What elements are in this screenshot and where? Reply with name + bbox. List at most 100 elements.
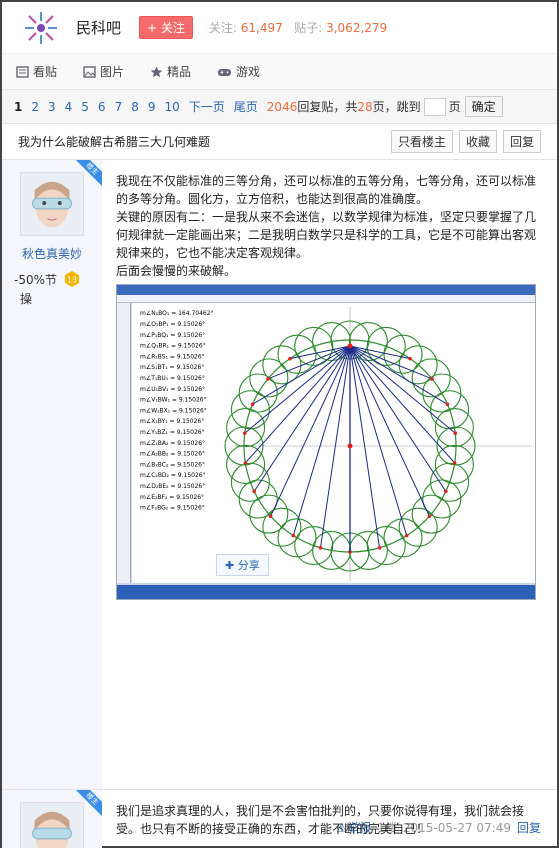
star-icon (150, 66, 163, 77)
thread-actions: 只看楼主 收藏 回复 (390, 130, 541, 153)
measure-text: m∠C₂BD₂ = 9.15026° (140, 472, 206, 479)
avatar[interactable] (20, 172, 84, 236)
app-titlebar (117, 285, 535, 295)
page-link[interactable]: 9 (148, 100, 156, 114)
measure-text: m∠P₁BQ₁ = 9.15026° (140, 332, 205, 339)
favorite-button[interactable]: 收藏 (458, 130, 497, 153)
measure-text: m∠A₂BB₂ = 9.15026° (140, 451, 205, 458)
chord-line (270, 345, 351, 517)
thread-titlebar: 我为什么能破解古希腊三大几何难题 只看楼主 收藏 回复 (2, 124, 557, 160)
level-badge-icon: 13 (65, 271, 80, 287)
username[interactable]: 秋色真美妙 (2, 245, 102, 262)
page-link[interactable]: 2 (31, 100, 39, 114)
app-canvas: m∠N₁BO₁ = 164.70462° m∠O₁BP₁ = 9.15026° m∠… (132, 303, 535, 583)
nav-posts[interactable]: 看贴 (16, 63, 57, 80)
level-title-2: 操 (20, 292, 33, 306)
level-title: -50%节 (14, 272, 58, 287)
thread-title: 我为什么能破解古希腊三大几何难题 (18, 135, 211, 149)
posts-label: 贴子: (294, 21, 323, 35)
chord-point (250, 402, 255, 407)
chord-line (349, 345, 430, 517)
chord-line (244, 345, 351, 464)
share-button[interactable]: ✚ 分享 (216, 554, 269, 576)
app-toolbox (117, 303, 131, 583)
post-paragraph: 我们是追求真理的人，我们是不会害怕批判的，只要你说得有理，我们就会接受。也只有不… (116, 804, 525, 836)
forum-logo-icon[interactable] (22, 9, 60, 47)
chord-point (452, 461, 457, 465)
page-link[interactable]: 7 (115, 100, 123, 114)
level-number: 13 (67, 276, 77, 285)
reply-button[interactable]: 回复 (502, 130, 541, 153)
chord-point (318, 546, 323, 550)
point-b (347, 343, 353, 349)
jump-confirm-button[interactable]: 确定 (464, 96, 503, 117)
last-page-link[interactable]: 尾页 (234, 98, 258, 115)
op-ribbon: 楼主 (76, 790, 102, 816)
chord-line (349, 345, 447, 492)
measure-text: m∠W₁BX₁ = 9.15026° (140, 407, 207, 414)
post-paragraph: 关键的原因有二：一是我从来不会迷信，以数学规律为标准，坚定只要掌握了几何规律就一… (116, 210, 537, 260)
post-content: 我现在不仅能标准的三等分角，还可以标准的五等分角，七等分角，还可以标准的多等分角… (102, 160, 557, 789)
forum-name[interactable]: 民科吧 (76, 17, 121, 38)
chord-line (319, 345, 351, 548)
geometry-drawing: m∠N₁BO₁ = 164.70462° m∠O₁BP₁ = 9.15026° m∠… (140, 307, 532, 581)
followers-count: 61,497 (240, 21, 283, 35)
author-panel: 楼主 (2, 790, 102, 848)
forum-nav: 看贴 图片 精品 游戏 (2, 54, 557, 90)
chord-point (291, 533, 296, 538)
pagination: 1 2 3 4 5 6 7 8 9 10 下一页 尾页 2046 回复贴，共 2… (2, 90, 557, 124)
user-level: -50%节 13 (14, 270, 102, 288)
post-screenshot[interactable]: m∠N₁BO₁ = 164.70462° m∠O₁BP₁ = 9.15026° m∠… (116, 284, 536, 600)
nav-featured[interactable]: 精品 (150, 63, 191, 80)
nav-posts-label: 看贴 (33, 65, 58, 79)
only-op-button[interactable]: 只看楼主 (390, 130, 453, 153)
page-link[interactable]: 8 (131, 100, 139, 114)
measure-text: m∠N₁BO₁ = 164.70462° (140, 310, 214, 317)
chord-point (408, 356, 412, 361)
page-link[interactable]: 4 (65, 100, 73, 114)
posts-count: 3,062,279 (326, 21, 388, 35)
gamepad-icon (218, 68, 232, 76)
op-badge: 楼主 (76, 160, 102, 186)
reply-text: 回复贴，共 (297, 100, 358, 114)
chord-point (444, 489, 448, 494)
followers-label: 关注: (208, 21, 237, 35)
taskbar (117, 585, 535, 599)
center-point (347, 443, 353, 449)
chord-point (430, 377, 434, 381)
picture-icon (83, 65, 96, 78)
chord-point (268, 514, 273, 519)
reply-count: 2046 (266, 99, 298, 114)
app-menubar (117, 295, 535, 303)
nav-games-label: 游戏 (236, 65, 261, 79)
measure-text: m∠Q₁BR₁ = 9.15026° (140, 343, 206, 350)
nav-featured-label: 精品 (167, 65, 192, 79)
avatar[interactable] (20, 802, 84, 848)
follow-button[interactable]: + 关注 (139, 16, 193, 39)
page-jump-input[interactable] (423, 97, 446, 116)
pages-text: 页，跳到 (372, 100, 421, 114)
chord-point (427, 514, 432, 519)
measure-text: m∠D₂BE₂ = 9.15026° (140, 483, 205, 490)
page-current: 1 (14, 99, 23, 114)
nav-pictures[interactable]: 图片 (83, 63, 124, 80)
page-link[interactable]: 3 (48, 100, 56, 114)
chord-point (288, 356, 292, 361)
measure-text: m∠R₁BS₁ = 9.15026° (140, 353, 205, 360)
measure-text: m∠Y₁BZ₁ = 9.15026° (140, 429, 205, 436)
next-page-link[interactable]: 下一页 (189, 98, 225, 115)
op-ribbon: 楼主 (76, 160, 102, 186)
list-icon (16, 65, 29, 78)
post-paragraph: 后面会慢慢的来破解。 (116, 264, 237, 278)
page-link[interactable]: 10 (164, 100, 179, 114)
nav-pictures-label: 图片 (100, 65, 125, 79)
measure-text: m∠V₁BW₁ = 9.15026° (140, 397, 207, 404)
chord-point (377, 546, 382, 550)
measure-text: m∠B₂BC₂ = 9.15026° (140, 461, 205, 468)
post-floor-1: 楼主 秋色真美妙 -50%节 13 操 我现在不仅能标准的三等分角，还可以标准的… (2, 160, 557, 835)
chord-point (453, 431, 458, 435)
page-link[interactable]: 5 (81, 100, 89, 114)
page-link[interactable]: 6 (98, 100, 106, 114)
nav-games[interactable]: 游戏 (217, 63, 260, 80)
page-unit: 页 (448, 100, 461, 114)
